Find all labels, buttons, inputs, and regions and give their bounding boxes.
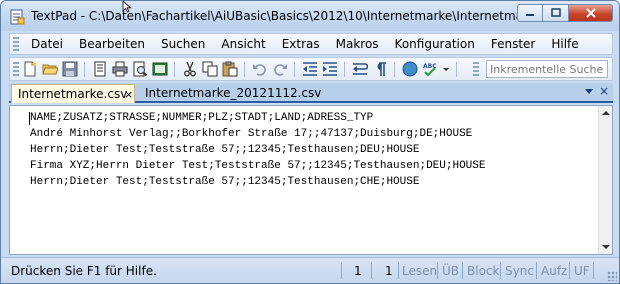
- toolbar-separator: [244, 62, 245, 77]
- editor-line: Herrn;Dieter Test;Teststraße 57;;12345;T…: [30, 144, 420, 156]
- menu-fenster[interactable]: Fenster: [483, 37, 544, 51]
- status-overwrite: ÜB: [442, 264, 460, 278]
- menu-ansicht[interactable]: Ansicht: [213, 37, 273, 51]
- status-divider: [569, 262, 570, 279]
- status-divider: [462, 262, 463, 279]
- toolbar-separator: [344, 62, 345, 77]
- editor-line: Herrn;Dieter Test;Teststraße 57;;12345;T…: [30, 176, 420, 188]
- minimize-icon: [526, 14, 534, 16]
- document-tab-bar: Internetmarke.csv × Internetmarke_201211…: [9, 83, 613, 103]
- menu-bar: Datei Bearbeiten Suchen Ansicht Extras M…: [9, 33, 613, 55]
- menu-makros[interactable]: Makros: [328, 37, 387, 51]
- text-editor[interactable]: NAME;ZUSATZ;STRASSE;NUMMER;PLZ;STADT;LAN…: [9, 105, 613, 255]
- toolbar-separator: [394, 62, 395, 77]
- undo-icon[interactable]: [252, 61, 268, 77]
- menu-extras[interactable]: Extras: [274, 37, 328, 51]
- resize-grip-handle[interactable]: [607, 271, 617, 281]
- new-file-icon[interactable]: [22, 61, 38, 77]
- cut-icon[interactable]: [182, 61, 198, 77]
- toolbar-grip-handle[interactable]: [13, 62, 19, 76]
- status-message: Drücken Sie F1 für Hilfe.: [11, 264, 157, 278]
- print-preview-icon[interactable]: [132, 61, 148, 77]
- status-column-number: 1: [385, 264, 393, 278]
- menu-konfiguration[interactable]: Konfiguration: [387, 37, 483, 51]
- indent-icon[interactable]: [322, 61, 338, 77]
- scroll-down-icon[interactable]: [602, 245, 610, 249]
- chevron-down-icon[interactable]: [442, 61, 450, 77]
- web-globe-icon[interactable]: [402, 61, 418, 77]
- close-button[interactable]: [569, 4, 613, 22]
- maximize-button[interactable]: [543, 4, 569, 22]
- mouse-cursor-icon: [122, 1, 132, 13]
- editor-line: André Minhorst Verlag;;Borkhofer Straße …: [30, 128, 473, 140]
- editor-content[interactable]: NAME;ZUSATZ;STRASSE;NUMMER;PLZ;STADT;LAN…: [30, 110, 485, 190]
- menu-hilfe[interactable]: Hilfe: [543, 37, 586, 51]
- word-wrap-icon[interactable]: [352, 61, 368, 77]
- toolbar-separator: [456, 62, 457, 77]
- status-sync: Sync: [505, 264, 534, 278]
- textpad-window: TextPad - C:\Daten\Fachartikel\AiUBasic\…: [0, 0, 620, 284]
- save-icon[interactable]: [62, 61, 78, 77]
- menubar-grip-handle[interactable]: [13, 37, 19, 51]
- search-grip-handle[interactable]: [473, 62, 479, 76]
- status-record: Aufz: [541, 264, 568, 278]
- status-line-number: 1: [354, 264, 362, 278]
- tab-close-icon[interactable]: ×: [124, 88, 133, 101]
- caption-buttons: [517, 4, 613, 22]
- open-folder-icon[interactable]: [42, 61, 58, 77]
- editor-line: Firma XYZ;Herrn Dieter Test;Teststraße 5…: [30, 160, 486, 172]
- document-properties-icon[interactable]: [92, 61, 108, 77]
- spell-check-icon[interactable]: ABC: [422, 61, 438, 77]
- copy-icon[interactable]: [202, 61, 218, 77]
- maximize-icon: [550, 8, 561, 17]
- menu-suchen[interactable]: Suchen: [153, 37, 213, 51]
- textpad-app-icon[interactable]: [9, 9, 25, 25]
- status-divider: [593, 262, 594, 279]
- incremental-search-input[interactable]: [486, 60, 608, 78]
- view-icon[interactable]: [152, 61, 168, 77]
- print-icon[interactable]: [112, 61, 128, 77]
- status-uf: UF: [574, 264, 590, 278]
- toolbar-separator: [174, 62, 175, 77]
- close-document-icon[interactable]: ×: [599, 84, 609, 98]
- redo-icon[interactable]: [272, 61, 288, 77]
- status-bar: Drücken Sie F1 für Hilfe. 1 1 Lesen ÜB B…: [1, 257, 619, 283]
- status-block: Block: [467, 264, 500, 278]
- status-divider: [437, 262, 438, 279]
- vertical-scrollbar[interactable]: [598, 106, 612, 254]
- tab-label: Internetmarke_20121112.csv: [145, 86, 322, 100]
- toolbar-separator: [84, 62, 85, 77]
- status-divider: [341, 262, 342, 279]
- paste-icon[interactable]: [222, 61, 238, 77]
- close-icon: [585, 8, 596, 18]
- status-divider: [500, 262, 501, 279]
- scroll-up-icon[interactable]: [602, 111, 610, 115]
- tab-internetmarke-20121112-csv[interactable]: Internetmarke_20121112.csv: [139, 84, 327, 103]
- window-title: TextPad - C:\Daten\Fachartikel\AiUBasic\…: [31, 9, 566, 23]
- status-divider: [371, 262, 372, 279]
- pilcrow-icon[interactable]: [372, 61, 388, 77]
- menu-bearbeiten[interactable]: Bearbeiten: [71, 37, 153, 51]
- title-bar[interactable]: TextPad - C:\Daten\Fachartikel\AiUBasic\…: [1, 1, 619, 31]
- minimize-button[interactable]: [517, 4, 543, 22]
- toolbar-separator: [294, 62, 295, 77]
- tab-label: Internetmarke.csv: [18, 87, 128, 101]
- text-caret: [29, 112, 30, 125]
- editor-line: NAME;ZUSATZ;STRASSE;NUMMER;PLZ;STADT;LAN…: [30, 112, 374, 124]
- tab-internetmarke-csv[interactable]: Internetmarke.csv ×: [11, 84, 135, 103]
- toolbar: ABC: [9, 57, 613, 81]
- outdent-icon[interactable]: [302, 61, 318, 77]
- menu-datei[interactable]: Datei: [23, 37, 71, 51]
- status-divider: [536, 262, 537, 279]
- status-divider: [398, 262, 399, 279]
- tab-list-dropdown-icon[interactable]: [585, 89, 593, 94]
- status-read-only: Lesen: [402, 264, 438, 278]
